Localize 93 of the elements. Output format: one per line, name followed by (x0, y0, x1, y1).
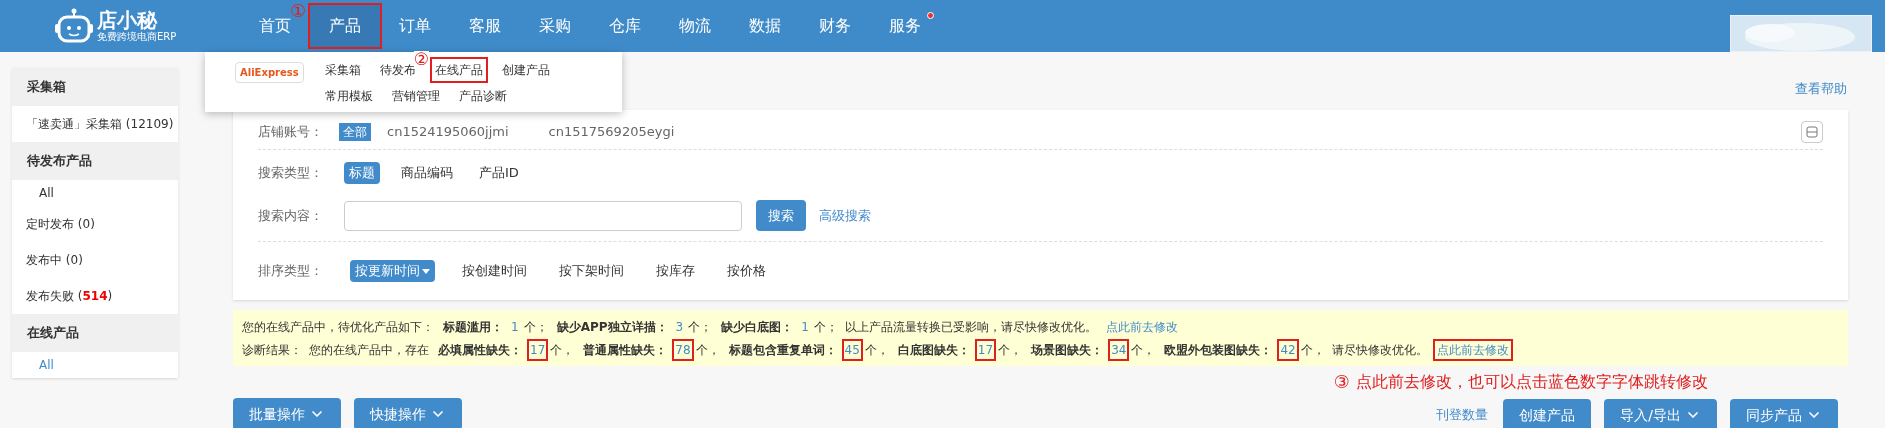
edit-link[interactable]: 点此前去修改 (1434, 340, 1511, 359)
notice-text: 个， (998, 341, 1023, 359)
nav-tab[interactable]: 采购 (520, 5, 590, 47)
sidebar-item[interactable]: All (12, 352, 178, 378)
menu-item[interactable]: 采集箱 (321, 59, 364, 81)
action-button[interactable]: 快捷操作 (354, 398, 462, 428)
sort-option[interactable]: 按下架时间 (554, 260, 629, 282)
edit-link[interactable]: 点此前去修改 (1103, 317, 1180, 336)
count-link[interactable]: 45 (843, 340, 861, 359)
store-account[interactable]: cn1524195060jjmi (387, 121, 509, 142)
nav-tab[interactable]: 物流 (660, 5, 730, 47)
store-tag[interactable]: 全部 (339, 122, 371, 141)
nav-tab[interactable]: 服务 (870, 5, 940, 47)
sidebar-section-title: 采集箱 (12, 68, 178, 106)
store-account[interactable]: cn1517569205eygi (548, 121, 675, 142)
action-button[interactable]: 同步产品 (1730, 399, 1838, 428)
step-marker: ② (413, 51, 429, 68)
caret-icon (422, 268, 430, 274)
nav-tab[interactable]: 仓库 (590, 5, 660, 47)
sidebar-item[interactable]: 「速卖通」采集箱 (12109) (12, 106, 178, 142)
field-label: 搜索类型： (258, 164, 324, 183)
action-button[interactable]: 批量操作 (233, 398, 341, 428)
notice-label: 缺少白底图： (721, 318, 794, 336)
search-type-option[interactable]: 产品ID (474, 162, 524, 184)
action-button[interactable]: 创建产品 (1503, 399, 1592, 428)
notice-label: 标题包含重复单词： (728, 341, 837, 359)
sidebar-item[interactable]: 发布中 (0) (12, 242, 178, 278)
field-label: 排序类型： (258, 262, 324, 281)
field-label: 搜索内容： (258, 206, 324, 225)
field-label: 店铺账号： (258, 122, 323, 141)
search-type-option[interactable]: 标题 (344, 162, 380, 184)
advanced-search-link[interactable]: 高级搜索 (819, 205, 871, 226)
notice-text: 个； (813, 318, 838, 336)
notice-label: 白底图缺失： (897, 341, 970, 359)
count-link[interactable]: 42 (1279, 340, 1297, 359)
notice-text: 请尽快修改优化。 (1331, 341, 1428, 359)
notice-text: 您的在线产品中，待优化产品如下： (242, 318, 434, 336)
count-link[interactable]: 34 (1110, 340, 1128, 359)
sidebar-item[interactable]: All (12, 180, 178, 206)
platform-logo[interactable]: AliExpress (235, 62, 304, 83)
notice-text: 个； (688, 318, 713, 336)
sort-option[interactable]: 按更新时间 (350, 260, 435, 282)
notice-label: 场景图缺失： (1031, 341, 1104, 359)
action-button[interactable]: 导入/导出 (1604, 399, 1717, 428)
notice-text: 个， (864, 341, 889, 359)
step-marker: ③ (1333, 370, 1350, 394)
notice-text: 诊断结果： (242, 341, 302, 359)
notice-label: 欧盟外包装图缺失： (1164, 341, 1273, 359)
notice-text: 个， (550, 341, 575, 359)
count-link[interactable]: 1 (510, 317, 520, 336)
notice-text: 您的在线产品中，存在 (309, 341, 429, 359)
menu-item[interactable]: 在线产品 (431, 59, 486, 81)
listing-count-link[interactable]: 刊登数量 (1436, 405, 1489, 425)
notice-text: 个， (695, 341, 720, 359)
sidebar-item[interactable]: 定时发布 (0) (12, 206, 178, 242)
annotation-text: 点此前去修改，也可以点击蓝色数字字体跳转修改 (1356, 370, 1708, 393)
notice-label: 普通属性缺失： (583, 341, 668, 359)
logo-name: 店小秘 (97, 10, 159, 30)
robot-logo-icon (55, 8, 93, 44)
sidebar-item[interactable]: 发布失败 (514) (12, 278, 178, 314)
logo-tagline: 免费跨境电商ERP (97, 32, 177, 42)
sort-option[interactable]: 按价格 (722, 260, 771, 282)
search-field[interactable] (344, 200, 742, 231)
count-link[interactable]: 1 (800, 317, 810, 336)
nav-tab[interactable]: 产品 (310, 5, 380, 47)
help-link[interactable]: 查看帮助 (1795, 79, 1847, 99)
notice-text: 个； (523, 318, 548, 336)
sidebar-section-title: 在线产品 (12, 314, 178, 352)
notice-label: 必填属性缺失： (438, 341, 522, 359)
nav-tab[interactable]: 订单 (380, 5, 450, 47)
menu-item[interactable]: 营销管理 (388, 85, 443, 107)
sort-option[interactable]: 按库存 (651, 260, 700, 282)
notice-text: 个， (1300, 341, 1325, 359)
count-link[interactable]: 17 (529, 340, 547, 359)
menu-item[interactable]: 常用模板 (321, 85, 376, 107)
notice-text: 以上产品流量转换已受影响，请尽快修改优化。 (844, 318, 1097, 336)
notice-label: 缺少APP独立详描： (556, 318, 668, 336)
step-marker: ① (290, 2, 307, 20)
nav-tab[interactable]: 数据 (730, 5, 800, 47)
collapse-icon[interactable] (1801, 120, 1823, 143)
count-link[interactable]: 3 (674, 317, 685, 336)
search-button[interactable]: 搜索 (756, 200, 806, 231)
notice-text: 个， (1131, 341, 1156, 359)
notice-label: 标题滥用： (443, 318, 503, 336)
nav-tab[interactable]: 客服 (450, 5, 520, 47)
search-type-option[interactable]: 商品编码 (396, 162, 458, 184)
count-link[interactable]: 17 (976, 340, 995, 359)
nav-tab[interactable]: 财务 (800, 5, 870, 47)
count-link[interactable]: 78 (674, 340, 692, 359)
menu-item[interactable]: 产品诊断 (455, 85, 510, 107)
menu-item[interactable]: 创建产品 (498, 59, 553, 81)
sort-option[interactable]: 按创建时间 (457, 260, 532, 282)
sidebar-section-title: 待发布产品 (12, 142, 178, 180)
